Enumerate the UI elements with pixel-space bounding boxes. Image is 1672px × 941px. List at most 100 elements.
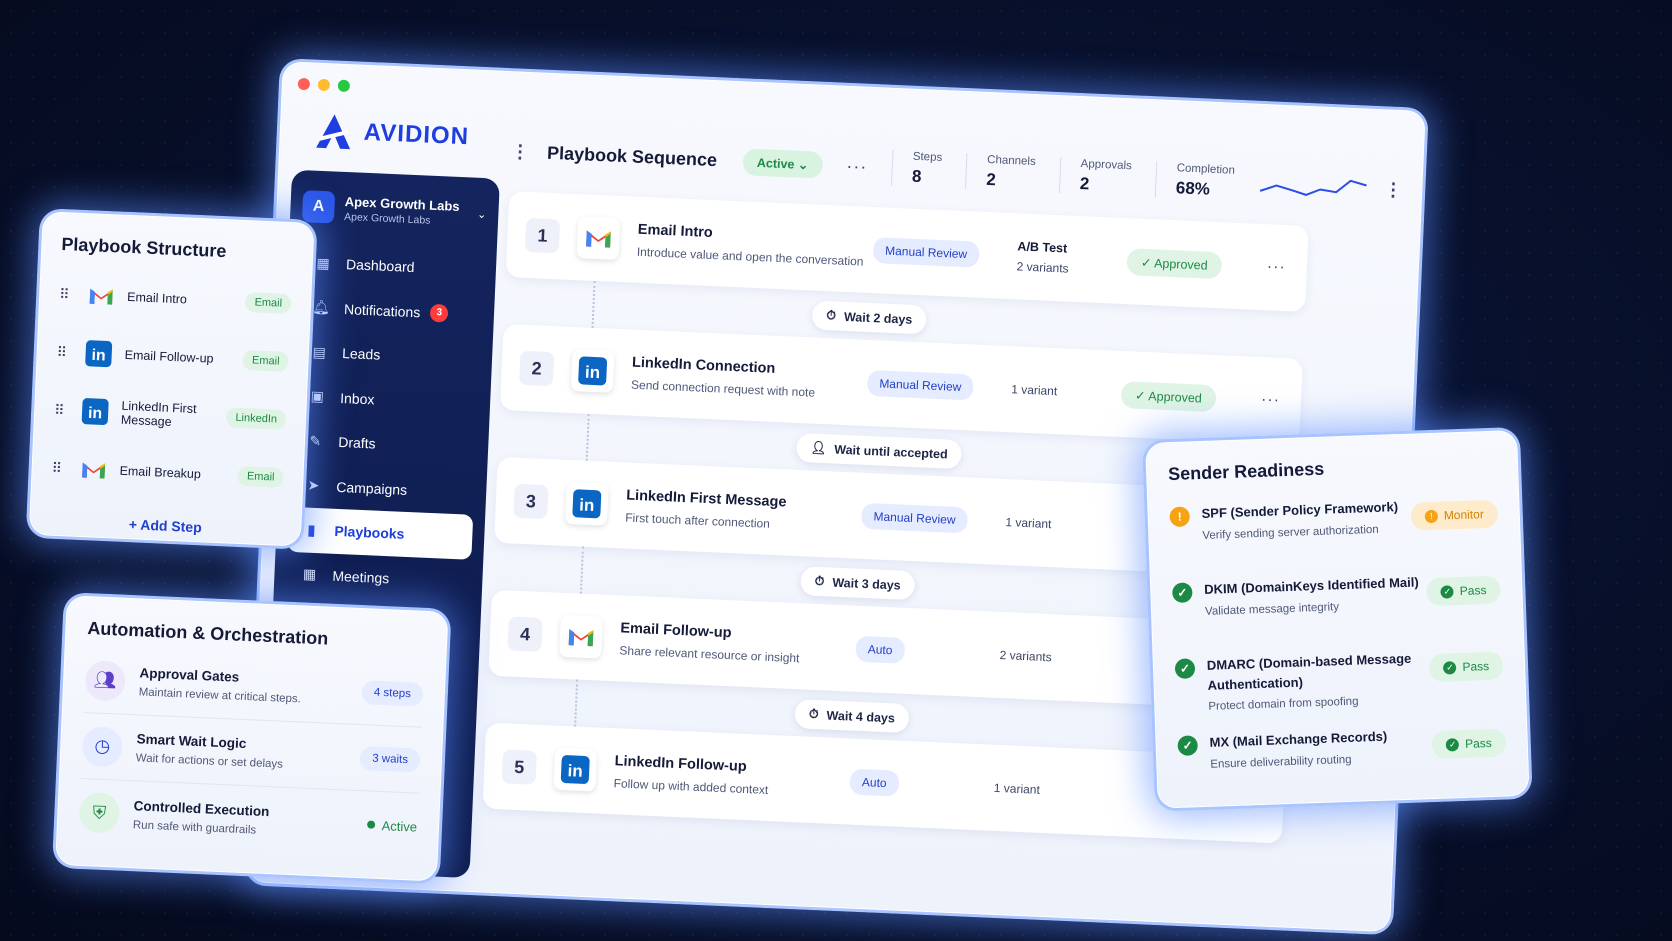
gmail-icon xyxy=(559,614,603,659)
avidion-logo-icon xyxy=(316,114,351,150)
kebab-menu-icon[interactable]: ⋮ xyxy=(511,141,530,163)
sidebar-item-playbooks[interactable]: ▮ Playbooks xyxy=(287,506,474,560)
svg-text:in: in xyxy=(585,363,601,383)
step-more-icon[interactable]: ··· xyxy=(1261,391,1281,410)
trend-sparkline xyxy=(1259,179,1367,196)
automation-subtitle: Run safe with guardrails xyxy=(132,818,257,837)
step-number: 4 xyxy=(507,616,543,652)
more-options-icon[interactable]: ··· xyxy=(846,155,868,177)
automation-item[interactable]: ⛨ Controlled Execution Run safe with gua… xyxy=(78,779,419,860)
linkedin-icon: in xyxy=(564,481,609,526)
check-status-badge: ✓ Pass xyxy=(1431,728,1507,760)
check-circle-icon: ✓ xyxy=(1172,582,1193,604)
svg-text:in: in xyxy=(579,495,595,515)
check-circle-icon: ✓ xyxy=(1177,735,1199,756)
ab-test-label: A/B Test xyxy=(1017,239,1068,256)
header-kebab-icon[interactable]: ⋮ xyxy=(1384,179,1403,201)
sequence-step[interactable]: 1 Email Intro Introduce value and open t… xyxy=(505,191,1309,312)
shield-icon: ⛨ xyxy=(78,791,121,834)
sidebar-item-inbox[interactable]: ▣ Inbox xyxy=(293,373,479,425)
step-number: 1 xyxy=(524,217,561,254)
gmail-icon xyxy=(576,216,621,260)
notification-badge: 3 xyxy=(429,303,449,323)
sidebar-item-meetings[interactable]: ▦ Meetings xyxy=(286,551,472,603)
sidebar-item-leads[interactable]: ▤ Leads xyxy=(295,329,481,381)
book-icon: ▮ xyxy=(307,521,316,538)
step-subtitle: Follow up with added context xyxy=(613,775,769,797)
automation-title: Controlled Execution xyxy=(133,797,270,819)
status-dropdown[interactable]: Active ⌄ xyxy=(742,147,823,179)
sender-check-row: ✓ DKIM (DomainKeys Identified Mail) Vali… xyxy=(1172,570,1502,637)
linkedin-icon: in xyxy=(553,747,598,792)
variants-count: 1 variant xyxy=(993,780,1041,797)
variants-info: 1 variant xyxy=(994,781,1041,797)
check-title: MX (Mail Exchange Records) xyxy=(1209,728,1388,750)
check-title: SPF (Sender Policy Framework) xyxy=(1201,499,1399,521)
check-title: DMARC (Domain-based Message Authenticati… xyxy=(1206,650,1412,693)
step-connector xyxy=(579,546,584,594)
step-subtitle: First touch after connection xyxy=(625,510,771,531)
clock-icon: ◷ xyxy=(81,725,124,768)
review-mode-pill[interactable]: Manual Review xyxy=(872,237,980,268)
users-icon: 👥︎ xyxy=(84,659,127,702)
page-title: Playbook Sequence xyxy=(546,142,718,170)
svg-text:in: in xyxy=(88,405,103,423)
sender-check-row: ✓ MX (Mail Exchange Records) Ensure deli… xyxy=(1177,723,1507,790)
automation-title: Approval Gates xyxy=(139,665,240,685)
sidebar-item-campaigns[interactable]: ➤ Campaigns xyxy=(289,462,475,514)
wait-condition-chip[interactable]: ⏱ Wait 3 days xyxy=(800,566,916,601)
channel-tag: Email xyxy=(237,465,284,488)
wait-condition-chip[interactable]: ⏱ Wait 2 days xyxy=(811,300,927,335)
drag-handle-icon[interactable]: ⠿ xyxy=(54,401,76,419)
structure-item-name: Email Intro xyxy=(126,289,188,307)
check-status-badge: ✓ Pass xyxy=(1426,575,1501,607)
svg-text:in: in xyxy=(91,347,106,365)
sidebar-item-drafts[interactable]: ✎ Drafts xyxy=(291,418,477,470)
channel-tag: Email xyxy=(242,350,289,372)
channel-tag: LinkedIn xyxy=(226,407,287,430)
review-mode-pill[interactable]: Auto xyxy=(849,768,900,797)
sidebar-item-notifications[interactable]: 🔔︎ Notifications 3 xyxy=(297,285,483,337)
structure-item[interactable]: ⠿ in Email Follow-up Email xyxy=(56,325,290,389)
wait-condition-chip[interactable]: ⏱ Wait 4 days xyxy=(794,699,910,734)
sender-check-row: ✓ DMARC (Domain-based Message Authentica… xyxy=(1174,646,1505,714)
sidebar-item-dashboard[interactable]: ▦ Dashboard xyxy=(299,240,485,292)
sequence-step[interactable]: 2 in LinkedIn Connection Send connection… xyxy=(499,324,1303,445)
stat-value: 2 xyxy=(985,169,997,190)
maximize-window-dot[interactable] xyxy=(337,79,351,93)
structure-item[interactable]: ⠿ in LinkedIn First Message LinkedIn xyxy=(53,383,287,447)
structure-item[interactable]: ⠿ Email Breakup Email xyxy=(51,441,285,505)
brand-name: AVIDION xyxy=(363,118,470,151)
add-step-button[interactable]: + Add Step xyxy=(49,513,281,539)
variants-info: 1 variant xyxy=(1011,382,1058,398)
sidebar-item-label: Notifications xyxy=(343,300,421,321)
step-title: Email Intro xyxy=(637,221,714,241)
step-title: LinkedIn First Message xyxy=(625,487,787,511)
playbook-structure-card: Playbook Structure ⠿ Email Intro Email ⠿ … xyxy=(25,208,318,550)
step-more-icon[interactable]: ··· xyxy=(1266,258,1286,277)
minimize-window-dot[interactable] xyxy=(317,78,331,92)
stat-value: 68% xyxy=(1175,178,1211,199)
org-switcher[interactable]: A Apex Growth Labs Apex Growth Labs ⌄ xyxy=(301,190,487,230)
drag-handle-icon[interactable]: ⠿ xyxy=(56,343,79,361)
check-status-badge: ✓ Pass xyxy=(1428,651,1504,683)
brand-logo[interactable]: AVIDION xyxy=(313,111,470,158)
drag-handle-icon[interactable]: ⠿ xyxy=(59,285,82,303)
review-mode-pill[interactable]: Manual Review xyxy=(866,369,974,401)
structure-item[interactable]: ⠿ Email Intro Email xyxy=(58,267,292,331)
sender-readiness-card: Sender Readiness ! SPF (Sender Policy Fr… xyxy=(1142,426,1533,812)
wait-condition-chip[interactable]: 👤︎ Wait until accepted xyxy=(795,432,963,470)
automation-count-pill: 4 steps xyxy=(361,679,424,707)
close-window-dot[interactable] xyxy=(297,77,311,91)
inbox-icon: ▣ xyxy=(310,387,325,405)
review-mode-pill[interactable]: Manual Review xyxy=(861,502,969,534)
structure-item-name: LinkedIn First Message xyxy=(120,398,197,429)
active-status: Active xyxy=(366,817,417,834)
review-mode-pill[interactable]: Auto xyxy=(855,635,905,664)
step-number: 2 xyxy=(518,350,555,387)
timer-icon: ⏱ xyxy=(826,308,837,323)
sidebar-item-label: Inbox xyxy=(339,389,375,408)
sender-check-row: ! SPF (Sender Policy Framework) Verify s… xyxy=(1169,494,1499,561)
drag-handle-icon[interactable]: ⠿ xyxy=(51,459,74,477)
stat-value: 8 xyxy=(911,166,922,187)
